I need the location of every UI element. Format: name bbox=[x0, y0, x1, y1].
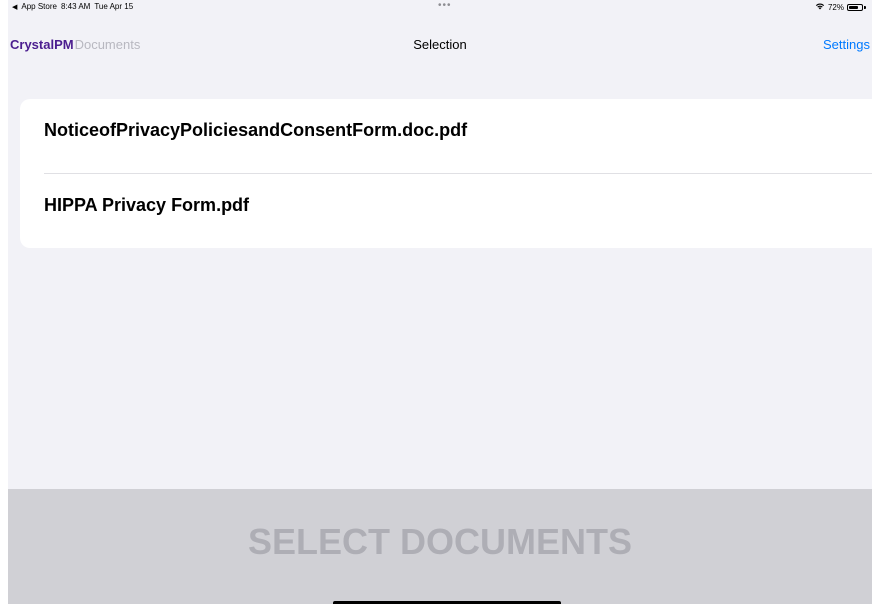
navigation-bar: CrystalPMDocuments Selection Settings bbox=[8, 30, 872, 60]
document-list: NoticeofPrivacyPoliciesandConsentForm.do… bbox=[20, 99, 872, 248]
settings-button[interactable]: Settings bbox=[823, 37, 870, 52]
page-title: Selection bbox=[413, 37, 467, 52]
document-label: HIPPA Privacy Form.pdf bbox=[44, 195, 250, 215]
status-time: 8:43 AM bbox=[60, 2, 91, 11]
back-app-link[interactable]: App Store bbox=[21, 2, 57, 11]
select-documents-button[interactable]: SELECT DOCUMENTS bbox=[8, 521, 872, 563]
battery-tip bbox=[864, 5, 866, 9]
app-screen: ◀ App Store 8:43 AM Tue Apr 15 ••• 72% C… bbox=[8, 0, 872, 604]
battery-fill bbox=[849, 5, 858, 9]
status-left: ◀ App Store 8:43 AM Tue Apr 15 bbox=[12, 2, 133, 11]
document-row[interactable]: HIPPA Privacy Form.pdf bbox=[20, 174, 872, 248]
bottom-bar: SELECT DOCUMENTS bbox=[8, 489, 872, 604]
battery-percent: 72% bbox=[827, 2, 844, 12]
document-label: NoticeofPrivacyPoliciesandConsentForm.do… bbox=[44, 120, 468, 140]
status-right: 72% bbox=[815, 2, 866, 12]
multitasking-dots[interactable]: ••• bbox=[438, 0, 452, 11]
document-row[interactable]: NoticeofPrivacyPoliciesandConsentForm.do… bbox=[20, 99, 872, 174]
status-date: Tue Apr 15 bbox=[94, 2, 134, 11]
status-bar: ◀ App Store 8:43 AM Tue Apr 15 ••• 72% bbox=[8, 0, 872, 16]
wifi-icon bbox=[815, 2, 825, 12]
battery-icon bbox=[847, 3, 863, 11]
back-arrow-icon[interactable]: ◀ bbox=[12, 3, 17, 11]
